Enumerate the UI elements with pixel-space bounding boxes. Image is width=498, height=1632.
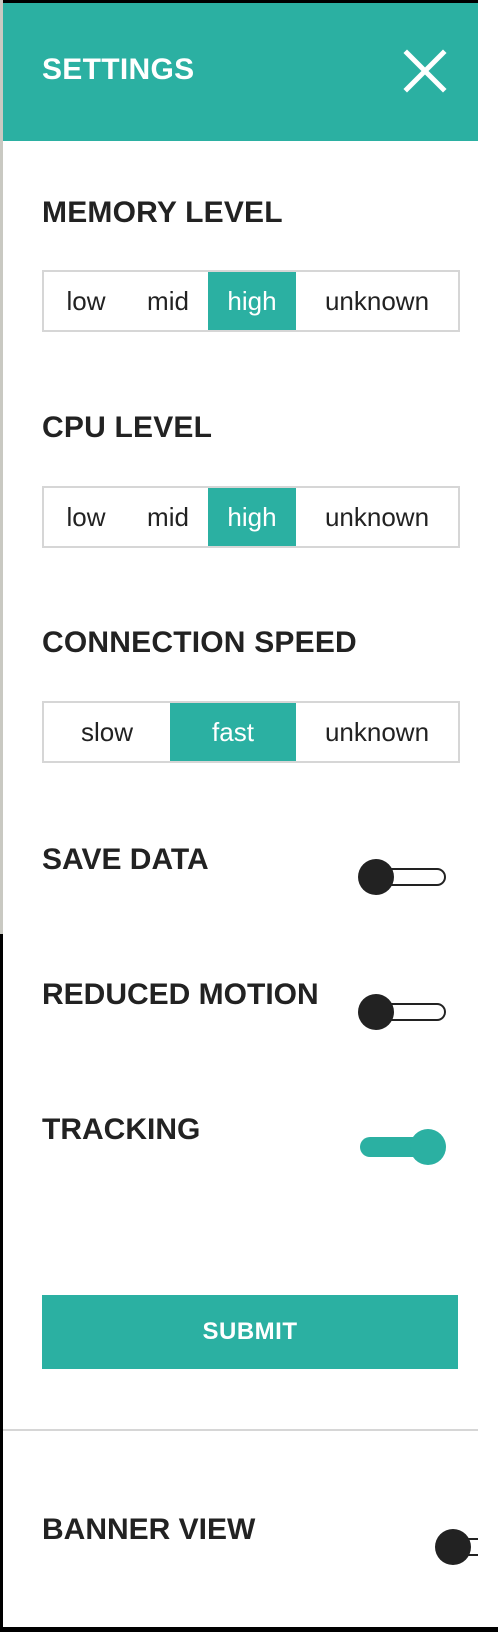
- memory-level-label: MEMORY LEVEL: [42, 196, 283, 229]
- cpu-level-option-unknown[interactable]: unknown: [296, 488, 458, 546]
- reduced-motion-toggle[interactable]: [358, 992, 448, 1032]
- cpu-level-selector: low mid high unknown: [42, 486, 460, 548]
- memory-level-option-low[interactable]: low: [44, 272, 128, 330]
- tracking-label: TRACKING: [42, 1113, 201, 1146]
- memory-level-option-mid[interactable]: mid: [128, 272, 208, 330]
- settings-title: SETTINGS: [42, 53, 195, 86]
- cpu-level-option-high[interactable]: high: [208, 488, 296, 546]
- memory-level-option-high[interactable]: high: [208, 272, 296, 330]
- banner-view-toggle-knob: [435, 1529, 471, 1565]
- save-data-toggle-knob: [358, 859, 394, 895]
- tracking-toggle-knob: [410, 1129, 446, 1165]
- connection-speed-option-fast[interactable]: fast: [170, 703, 296, 761]
- banner-view-label: BANNER VIEW: [42, 1513, 256, 1546]
- banner-view-toggle[interactable]: [435, 1527, 478, 1567]
- settings-header: SETTINGS: [3, 3, 478, 141]
- cpu-level-option-low[interactable]: low: [44, 488, 128, 546]
- save-data-label: SAVE DATA: [42, 843, 209, 876]
- cpu-level-label: CPU LEVEL: [42, 411, 213, 444]
- connection-speed-selector: slow fast unknown: [42, 701, 460, 763]
- settings-panel: SETTINGS MEMORY LEVEL low mid high unkno…: [3, 3, 478, 1627]
- save-data-toggle[interactable]: [358, 857, 448, 897]
- connection-speed-option-slow[interactable]: slow: [44, 703, 170, 761]
- connection-speed-label: CONNECTION SPEED: [42, 626, 357, 659]
- backdrop-bottom-edge: [0, 1627, 498, 1632]
- close-button[interactable]: [401, 47, 449, 95]
- section-divider: [3, 1429, 478, 1431]
- backdrop-right-edge: [478, 0, 498, 1632]
- memory-level-option-unknown[interactable]: unknown: [296, 272, 458, 330]
- close-icon: [403, 49, 447, 93]
- tracking-toggle[interactable]: [358, 1127, 448, 1167]
- reduced-motion-toggle-knob: [358, 994, 394, 1030]
- submit-button[interactable]: SUBMIT: [42, 1295, 458, 1369]
- memory-level-selector: low mid high unknown: [42, 270, 460, 332]
- cpu-level-option-mid[interactable]: mid: [128, 488, 208, 546]
- connection-speed-option-unknown[interactable]: unknown: [296, 703, 458, 761]
- reduced-motion-label: REDUCED MOTION: [42, 978, 319, 1011]
